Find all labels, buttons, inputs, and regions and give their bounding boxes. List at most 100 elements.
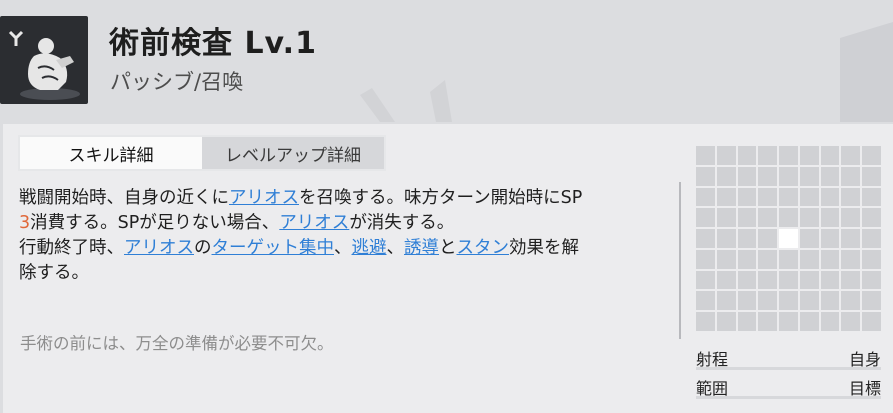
range-cell [862, 229, 881, 248]
range-cell [716, 208, 736, 228]
range-cell [841, 291, 861, 311]
range-cell [737, 187, 757, 207]
range-cell [820, 229, 840, 248]
range-cell [799, 270, 819, 290]
range-cell [716, 229, 736, 248]
stat-row-range: 射程 自身 [696, 344, 881, 370]
desc-text: の [194, 238, 212, 258]
range-cell [716, 187, 736, 207]
range-cell [758, 166, 778, 186]
range-cell [758, 312, 778, 331]
range-cell [799, 291, 819, 311]
desc-text: 、 [386, 238, 405, 258]
range-cell [799, 312, 819, 331]
tab-skill-detail[interactable]: スキル詳細 [20, 137, 202, 169]
tab-levelup-detail[interactable]: レベルアップ詳細 [202, 137, 384, 169]
keyword-link-arios[interactable]: アリオス [124, 238, 194, 258]
skill-header: 術前検査 Lv.1 パッシブ/召喚 [0, 0, 893, 122]
range-cell [799, 229, 819, 248]
desc-text: 消費する。SPが足りない場合、 [30, 213, 280, 233]
range-cell [716, 291, 736, 311]
keyword-link-stun[interactable]: スタン [457, 238, 510, 258]
keyword-link-target-focus[interactable]: ターゲット集中 [212, 238, 335, 258]
range-cell [779, 312, 798, 331]
range-cell [799, 187, 819, 207]
keyword-link-arios[interactable]: アリオス [279, 213, 349, 233]
range-cell [799, 208, 819, 228]
stat-value: 自身 [848, 350, 881, 369]
range-cell [696, 291, 715, 311]
range-cell [841, 208, 861, 228]
description-scrollbar[interactable] [679, 182, 681, 339]
range-cell [737, 208, 757, 228]
range-cell [696, 249, 715, 269]
range-cell [799, 166, 819, 186]
range-cell [758, 249, 778, 269]
range-cell [737, 249, 757, 269]
range-cell [841, 249, 861, 269]
range-cell [841, 270, 861, 290]
keyword-link-evasion[interactable]: 逃避 [352, 238, 387, 258]
range-cell [820, 146, 840, 165]
range-cell [820, 187, 840, 207]
range-cell [779, 270, 798, 290]
range-cell [758, 270, 778, 290]
range-cell [799, 249, 819, 269]
range-cell [820, 312, 840, 331]
skill-title: 術前検査 Lv.1 [109, 26, 317, 61]
desc-text: を召喚する。味方ターン開始時にSP [299, 188, 583, 208]
range-cell [820, 270, 840, 290]
range-cell [737, 229, 757, 248]
stat-row-area: 範囲 目標 [696, 373, 881, 399]
skill-detail-panel: スキル詳細 レベルアップ詳細 戦闘開始時、自身の近くにアリオスを召喚する。味方タ… [3, 124, 893, 413]
desc-text: と [439, 238, 457, 258]
range-cell [841, 312, 861, 331]
range-cell-origin [779, 229, 798, 248]
range-cell [862, 208, 881, 228]
range-cell [716, 312, 736, 331]
range-cell [841, 187, 861, 207]
stat-label: 範囲 [696, 379, 729, 398]
range-cell [696, 312, 715, 331]
stat-value: 目標 [848, 379, 881, 398]
range-cell [862, 291, 881, 311]
range-cell [696, 208, 715, 228]
range-cell [758, 208, 778, 228]
range-cell [779, 291, 798, 311]
range-cell [696, 166, 715, 186]
range-cell [862, 249, 881, 269]
keyword-link-taunt[interactable]: 誘導 [404, 238, 439, 258]
range-cell [696, 187, 715, 207]
range-grid [696, 146, 881, 331]
sp-cost-value: 3 [19, 213, 31, 233]
range-cell [820, 208, 840, 228]
skill-description: 戦闘開始時、自身の近くにアリオスを召喚する。味方ターン開始時にSP 3消費する。… [19, 186, 674, 286]
range-cell [737, 291, 757, 311]
range-cell [841, 166, 861, 186]
range-cell [696, 270, 715, 290]
desc-text: 戦闘開始時、自身の近くに [19, 188, 229, 208]
range-cell [716, 249, 736, 269]
range-cell [841, 229, 861, 248]
range-cell [862, 270, 881, 290]
range-cell [779, 249, 798, 269]
range-cell [716, 166, 736, 186]
range-cell [862, 166, 881, 186]
range-cell [820, 291, 840, 311]
range-cell [737, 312, 757, 331]
keyword-link-arios[interactable]: アリオス [229, 188, 299, 208]
range-cell [737, 146, 757, 165]
wrestler-kneeling-icon [0, 16, 88, 104]
skill-type: パッシブ/召喚 [110, 70, 244, 94]
range-cell [799, 146, 819, 165]
range-cell [758, 187, 778, 207]
range-cell [820, 249, 840, 269]
desc-text: 、 [334, 238, 352, 258]
range-cell [862, 146, 881, 165]
stat-label: 射程 [696, 350, 729, 369]
range-cell [716, 270, 736, 290]
range-cell [758, 291, 778, 311]
tab-bar: スキル詳細 レベルアップ詳細 [18, 135, 386, 171]
range-cell [696, 146, 715, 165]
range-cell [820, 166, 840, 186]
